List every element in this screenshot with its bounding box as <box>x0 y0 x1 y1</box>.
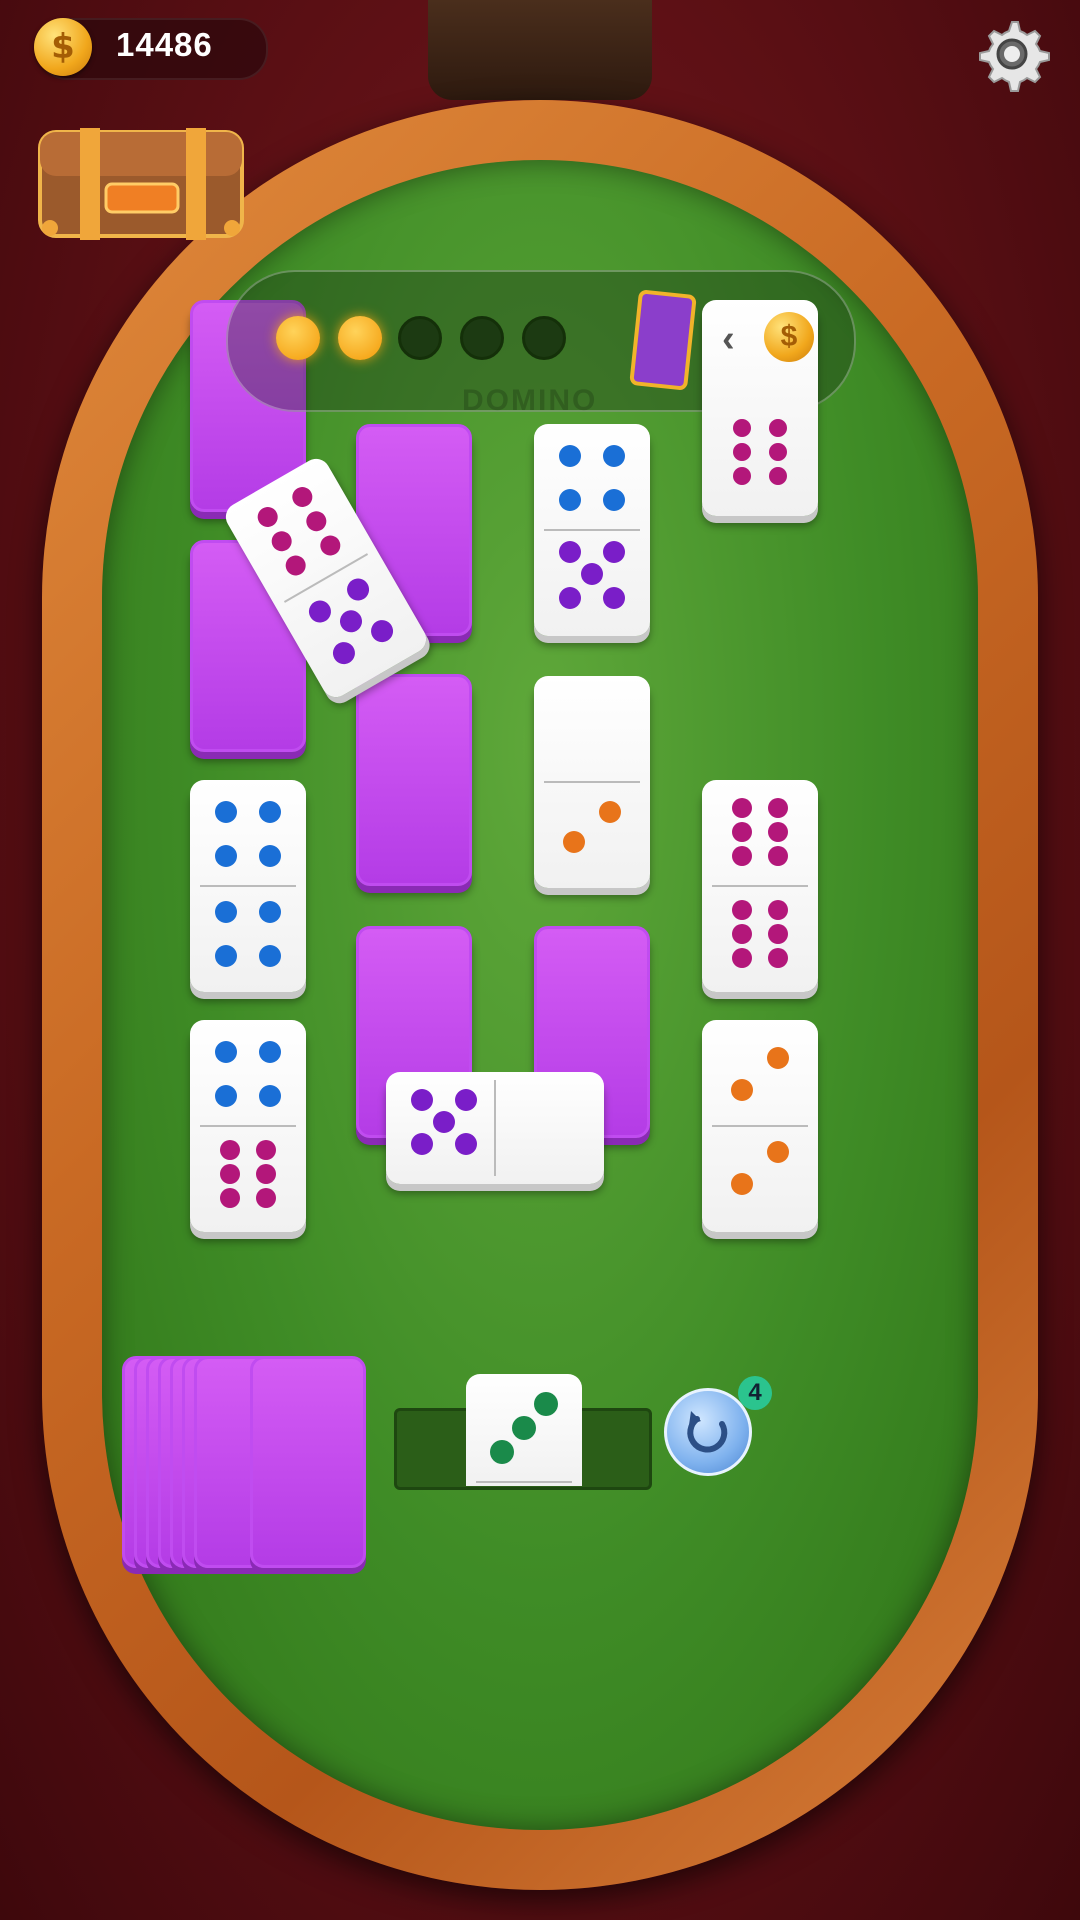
hidden-tile <box>356 674 472 886</box>
treasure-chest-icon[interactable] <box>36 124 246 242</box>
domino-reward-icon <box>629 289 697 391</box>
domino-tile-0-2[interactable] <box>534 676 650 888</box>
dollar-coin-icon: $ <box>764 312 814 362</box>
dollar-coin-icon: $ <box>34 18 92 76</box>
domino-tile-5-0[interactable] <box>386 1072 604 1184</box>
undo-button[interactable] <box>664 1388 752 1476</box>
undo-icon <box>687 1411 728 1453</box>
chevron-left-icon[interactable]: ‹ <box>722 318 735 361</box>
domino-tile-4-4[interactable] <box>190 780 306 992</box>
progress-dot-empty <box>460 316 504 360</box>
current-tile-3 <box>466 1374 582 1486</box>
progress-dot-filled <box>276 316 320 360</box>
domino-tile-4-5[interactable] <box>534 424 650 636</box>
domino-watermark: DOMINO <box>462 384 598 417</box>
undo-count-badge: 4 <box>738 1376 772 1410</box>
progress-dot-empty <box>522 316 566 360</box>
domino-tile-6-6[interactable] <box>702 780 818 992</box>
chest-strap <box>428 0 652 100</box>
domino-tile-2-2[interactable] <box>702 1020 818 1232</box>
gear-icon[interactable] <box>974 16 1050 92</box>
domino-tile-4-6[interactable] <box>190 1020 306 1232</box>
draw-pile[interactable] <box>250 1356 366 1568</box>
coin-count: 14486 <box>116 26 213 63</box>
progress-dot-filled <box>338 316 382 360</box>
progress-dot-empty <box>398 316 442 360</box>
